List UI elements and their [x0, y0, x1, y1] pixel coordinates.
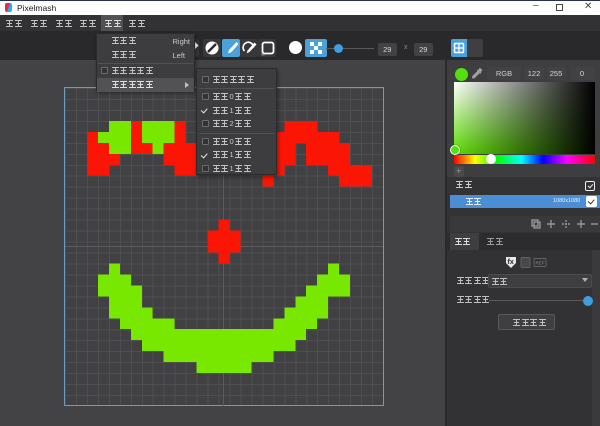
svg-text:REF: REF — [536, 261, 545, 266]
svg-text:fx: fx — [508, 259, 514, 266]
